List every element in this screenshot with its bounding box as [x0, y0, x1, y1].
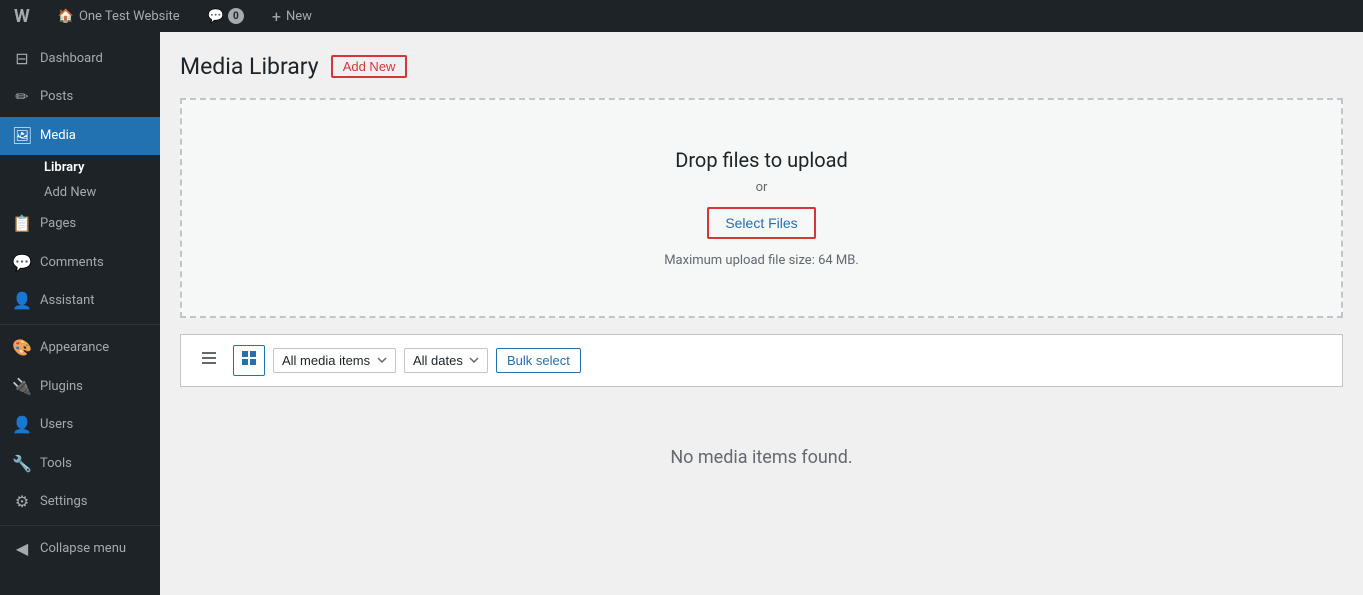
media-icon: 🖼: [12, 125, 32, 147]
list-view-icon: [200, 349, 218, 367]
no-media-message: No media items found.: [180, 387, 1343, 528]
sidebar-label-users: Users: [40, 416, 73, 434]
site-home-icon: 🏠: [58, 9, 74, 24]
page-header: Media Library Add New: [180, 52, 1343, 82]
users-icon: 👤: [12, 414, 32, 436]
sidebar-item-dashboard[interactable]: ⊟ Dashboard: [0, 40, 160, 78]
sidebar-label-appearance: Appearance: [40, 339, 109, 357]
collapse-icon: ◀: [12, 538, 32, 560]
sidebar-label-collapse: Collapse menu: [40, 540, 126, 558]
sidebar-label-comments: Comments: [40, 254, 104, 272]
sidebar-label-settings: Settings: [40, 493, 87, 511]
pages-icon: 📋: [12, 213, 32, 235]
add-new-button[interactable]: Add New: [331, 55, 408, 78]
sidebar-item-pages[interactable]: 📋 Pages: [0, 205, 160, 243]
upload-max-size: Maximum upload file size: 64 MB.: [664, 253, 859, 268]
appearance-icon: 🎨: [12, 337, 32, 359]
posts-icon: ✏: [12, 86, 32, 108]
sidebar-item-appearance[interactable]: 🎨 Appearance: [0, 329, 160, 367]
sidebar-item-collapse[interactable]: ◀ Collapse menu: [0, 530, 160, 568]
sidebar-divider: [0, 324, 160, 325]
upload-title: Drop files to upload: [664, 148, 859, 172]
plugins-icon: 🔌: [12, 376, 32, 398]
sidebar-item-comments[interactable]: 💬 Comments: [0, 244, 160, 282]
sidebar-label-dashboard: Dashboard: [40, 50, 103, 68]
comments-count: 0: [228, 8, 244, 24]
sidebar-submenu-media: Library Add New: [0, 155, 160, 205]
site-name-label: One Test Website: [79, 9, 180, 24]
sidebar-submenu-add-new[interactable]: Add New: [36, 180, 160, 205]
sidebar-item-tools[interactable]: 🔧 Tools: [0, 445, 160, 483]
sidebar: ⊟ Dashboard ✏ Posts 🖼 Media Library Add …: [0, 32, 160, 595]
main-content: Media Library Add New Drop files to uplo…: [160, 32, 1363, 595]
new-label: New: [286, 9, 312, 24]
select-files-button[interactable]: Select Files: [707, 207, 815, 239]
list-view-button[interactable]: [193, 345, 225, 376]
page-title: Media Library: [180, 52, 319, 82]
tools-icon: 🔧: [12, 453, 32, 475]
sidebar-label-tools: Tools: [40, 455, 72, 473]
sidebar-item-plugins[interactable]: 🔌 Plugins: [0, 368, 160, 406]
settings-icon: ⚙: [12, 491, 32, 513]
bulk-select-button[interactable]: Bulk select: [496, 348, 581, 373]
comments-sidebar-icon: 💬: [12, 252, 32, 274]
sidebar-item-posts[interactable]: ✏ Posts: [0, 78, 160, 116]
media-filter-select[interactable]: All media items Images Audio Video Docum…: [273, 348, 396, 373]
upload-area[interactable]: Drop files to upload or Select Files Max…: [180, 98, 1343, 318]
comments-icon: 💬: [208, 9, 224, 24]
sidebar-label-posts: Posts: [40, 88, 73, 106]
main-layout: ⊟ Dashboard ✏ Posts 🖼 Media Library Add …: [0, 32, 1363, 595]
sidebar-item-assistant[interactable]: 👤 Assistant: [0, 282, 160, 320]
sidebar-item-media[interactable]: 🖼 Media: [0, 117, 160, 155]
grid-view-button[interactable]: [233, 345, 265, 376]
sidebar-submenu-library[interactable]: Library: [36, 155, 160, 180]
sidebar-label-pages: Pages: [40, 215, 76, 233]
grid-view-icon: [240, 349, 258, 367]
upload-content: Drop files to upload or Select Files Max…: [664, 148, 859, 268]
wp-logo-icon: W: [14, 6, 30, 27]
new-item[interactable]: + New: [266, 0, 318, 32]
top-bar: W 🏠 One Test Website 💬 0 + New: [0, 0, 1363, 32]
sidebar-label-plugins: Plugins: [40, 378, 83, 396]
plus-icon: +: [272, 7, 281, 26]
sidebar-item-settings[interactable]: ⚙ Settings: [0, 483, 160, 521]
sidebar-item-users[interactable]: 👤 Users: [0, 406, 160, 444]
site-name-item[interactable]: 🏠 One Test Website: [52, 0, 186, 32]
sidebar-divider-2: [0, 525, 160, 526]
date-filter-select[interactable]: All dates: [404, 348, 488, 373]
dashboard-icon: ⊟: [12, 48, 32, 70]
wp-logo-item[interactable]: W: [8, 0, 36, 32]
sidebar-label-assistant: Assistant: [40, 292, 95, 310]
upload-or-label: or: [664, 180, 859, 195]
assistant-icon: 👤: [12, 290, 32, 312]
media-toolbar: All media items Images Audio Video Docum…: [180, 334, 1343, 387]
sidebar-label-media: Media: [40, 127, 76, 145]
comments-item[interactable]: 💬 0: [202, 0, 250, 32]
